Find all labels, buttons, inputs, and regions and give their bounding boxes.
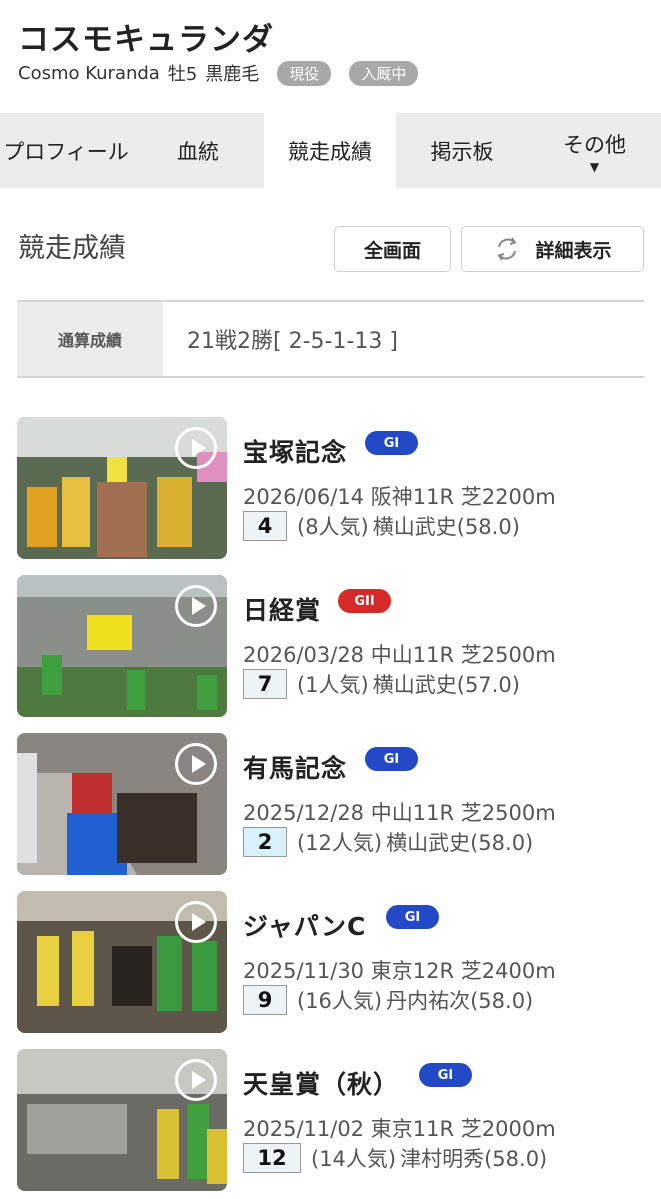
popularity: (8人気): [297, 515, 369, 539]
finish-position: 4: [243, 511, 287, 541]
race-result: 4 (8人気) 横山武史(58.0): [243, 511, 520, 541]
race-venue: 中山11R: [370, 643, 455, 667]
finish-position: 7: [243, 669, 287, 699]
horse-header: コスモキュランダ Cosmo Kuranda 牡5 黒鹿毛 現役 入厩中: [0, 0, 661, 112]
grade-badge: GI: [365, 431, 418, 455]
race-date: 2025/12/28: [243, 801, 365, 825]
race-date: 2025/11/02: [243, 1117, 365, 1141]
race-info: 2025/11/30 東京12R 芝2400m: [243, 955, 556, 985]
grade-badge: GI: [386, 905, 439, 929]
race-result: 7 (1人気) 横山武史(57.0): [243, 669, 520, 699]
play-icon: [175, 1059, 217, 1101]
play-icon: [175, 427, 217, 469]
grade-badge: GI: [365, 747, 418, 771]
race-course: 芝2200m: [460, 485, 556, 509]
popularity: (12人気): [297, 831, 383, 855]
status-badge-stable: 入厩中: [349, 60, 419, 86]
race-item[interactable]: 有馬記念 GI 2025/12/28 中山11R 芝2500m 2 (12人気)…: [0, 733, 661, 875]
race-item[interactable]: 日経賞 GII 2026/03/28 中山11R 芝2500m 7 (1人気) …: [0, 575, 661, 717]
race-name: 天皇賞（秋）: [243, 1070, 400, 1099]
detail-view-button[interactable]: 詳細表示: [461, 226, 644, 272]
race-course: 芝2000m: [460, 1117, 556, 1141]
race-name: ジャパンC: [243, 912, 367, 941]
play-icon: [175, 585, 217, 627]
race-venue: 阪神11R: [370, 485, 455, 509]
popularity: (1人気): [297, 673, 369, 697]
play-icon: [175, 743, 217, 785]
horse-color: 黒鹿毛: [205, 64, 260, 85]
tab-label: その他: [563, 132, 626, 157]
finish-position: 9: [243, 985, 287, 1015]
popularity: (14人気): [311, 1147, 397, 1171]
jockey: 横山武史(58.0): [372, 515, 520, 539]
race-name: 宝塚記念: [243, 438, 348, 467]
race-name: 日経賞: [243, 596, 322, 625]
popularity: (16人気): [297, 989, 383, 1013]
race-video-thumbnail[interactable]: [17, 733, 227, 875]
race-course: 芝2500m: [460, 643, 556, 667]
race-venue: 中山11R: [370, 801, 455, 825]
detail-view-label: 詳細表示: [535, 239, 612, 262]
jockey: 横山武史(57.0): [372, 673, 520, 697]
play-icon: [175, 901, 217, 943]
race-item[interactable]: ジャパンC GI 2025/11/30 東京12R 芝2400m 9 (16人気…: [0, 891, 661, 1033]
race-info: 2025/12/28 中山11R 芝2500m: [243, 797, 556, 827]
race-date: 2026/06/14: [243, 485, 365, 509]
tab-profile[interactable]: プロフィール: [0, 113, 132, 188]
finish-position: 12: [243, 1143, 301, 1173]
race-info: 2026/03/28 中山11R 芝2500m: [243, 639, 556, 669]
horse-subtitle: Cosmo Kuranda 牡5 黒鹿毛 現役 入厩中: [18, 60, 426, 86]
refresh-icon: [497, 237, 518, 261]
race-result: 12 (14人気) 津村明秀(58.0): [243, 1143, 547, 1173]
jockey: 横山武史(58.0): [386, 831, 534, 855]
race-video-thumbnail[interactable]: [17, 417, 227, 559]
race-course: 芝2500m: [460, 801, 556, 825]
tab-race-results[interactable]: 競走成績: [264, 113, 396, 188]
race-course: 芝2400m: [460, 959, 556, 983]
career-summary: 通算成績 21戦2勝[ 2-5-1-13 ]: [17, 300, 644, 378]
fullscreen-button[interactable]: 全画面: [334, 226, 451, 272]
race-info: 2025/11/02 東京11R 芝2000m: [243, 1113, 556, 1143]
tab-label: 血統: [177, 139, 219, 164]
horse-romaji: Cosmo Kuranda: [18, 62, 160, 84]
tab-label: プロフィール: [3, 139, 129, 164]
tab-label: 掲示板: [430, 139, 494, 164]
summary-label: 通算成績: [17, 302, 163, 376]
summary-value: 21戦2勝[ 2-5-1-13 ]: [187, 329, 398, 354]
race-date: 2026/03/28: [243, 643, 365, 667]
tab-pedigree[interactable]: 血統: [132, 113, 264, 188]
tab-other[interactable]: その他 ▼: [528, 113, 661, 188]
tab-board[interactable]: 掲示板: [396, 113, 528, 188]
section-title: 競走成績: [18, 233, 126, 264]
tab-label: 競走成績: [288, 139, 372, 164]
race-result: 9 (16人気) 丹内祐次(58.0): [243, 985, 533, 1015]
race-name: 有馬記念: [243, 754, 348, 783]
horse-name: コスモキュランダ: [18, 22, 274, 58]
race-venue: 東京11R: [370, 1117, 455, 1141]
horse-sex-age: 牡5: [167, 64, 198, 85]
grade-badge: GI: [419, 1063, 472, 1087]
fullscreen-label: 全画面: [363, 239, 421, 262]
race-result: 2 (12人気) 横山武史(58.0): [243, 827, 533, 857]
chevron-down-icon: ▼: [589, 159, 600, 174]
status-badge-active: 現役: [277, 60, 332, 86]
race-item[interactable]: 宝塚記念 GI 2026/06/14 阪神11R 芝2200m 4 (8人気) …: [0, 417, 661, 559]
race-item[interactable]: 天皇賞（秋） GI 2025/11/02 東京11R 芝2000m 12 (14…: [0, 1049, 661, 1191]
race-video-thumbnail[interactable]: [17, 1049, 227, 1191]
jockey: 丹内祐次(58.0): [386, 989, 534, 1013]
race-venue: 東京12R: [370, 959, 455, 983]
jockey: 津村明秀(58.0): [400, 1147, 548, 1171]
race-date: 2025/11/30: [243, 959, 365, 983]
finish-position: 2: [243, 827, 287, 857]
race-video-thumbnail[interactable]: [17, 891, 227, 1033]
tab-bar: プロフィール 血統 競走成績 掲示板 その他 ▼: [0, 113, 661, 188]
race-video-thumbnail[interactable]: [17, 575, 227, 717]
grade-badge: GII: [338, 589, 391, 613]
race-info: 2026/06/14 阪神11R 芝2200m: [243, 481, 556, 511]
